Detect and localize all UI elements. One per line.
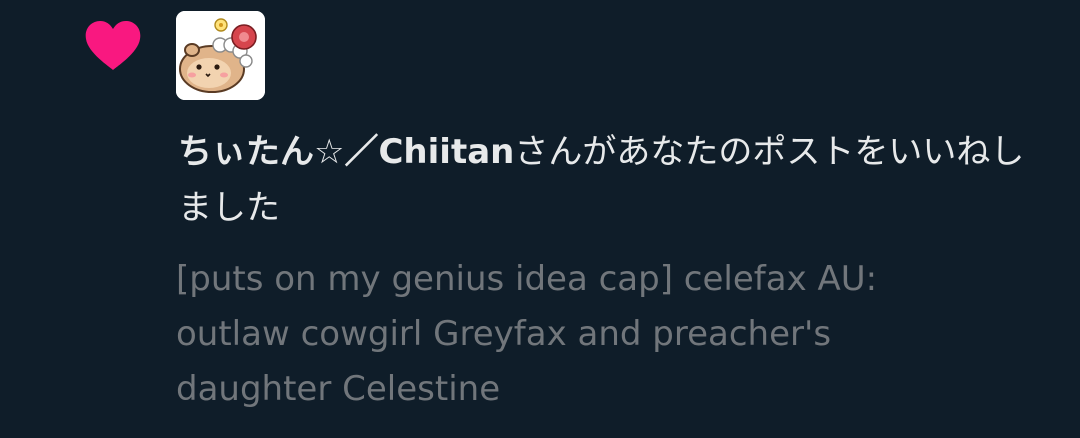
notification-message: ちぃたん☆／Chiitanさんがあなたのポストをいいねしました	[178, 124, 1058, 236]
heart-icon	[85, 21, 141, 70]
user-name-link[interactable]: ちぃたん☆／Chiitan	[178, 132, 514, 172]
like-notification[interactable]: ちぃたん☆／Chiitanさんがあなたのポストをいいねしました [puts on…	[0, 0, 1080, 438]
post-preview-text[interactable]: [puts on my genius idea cap] celefax AU:…	[176, 252, 1056, 417]
user-avatar[interactable]	[176, 11, 265, 100]
hamster-avatar-icon	[176, 11, 265, 100]
